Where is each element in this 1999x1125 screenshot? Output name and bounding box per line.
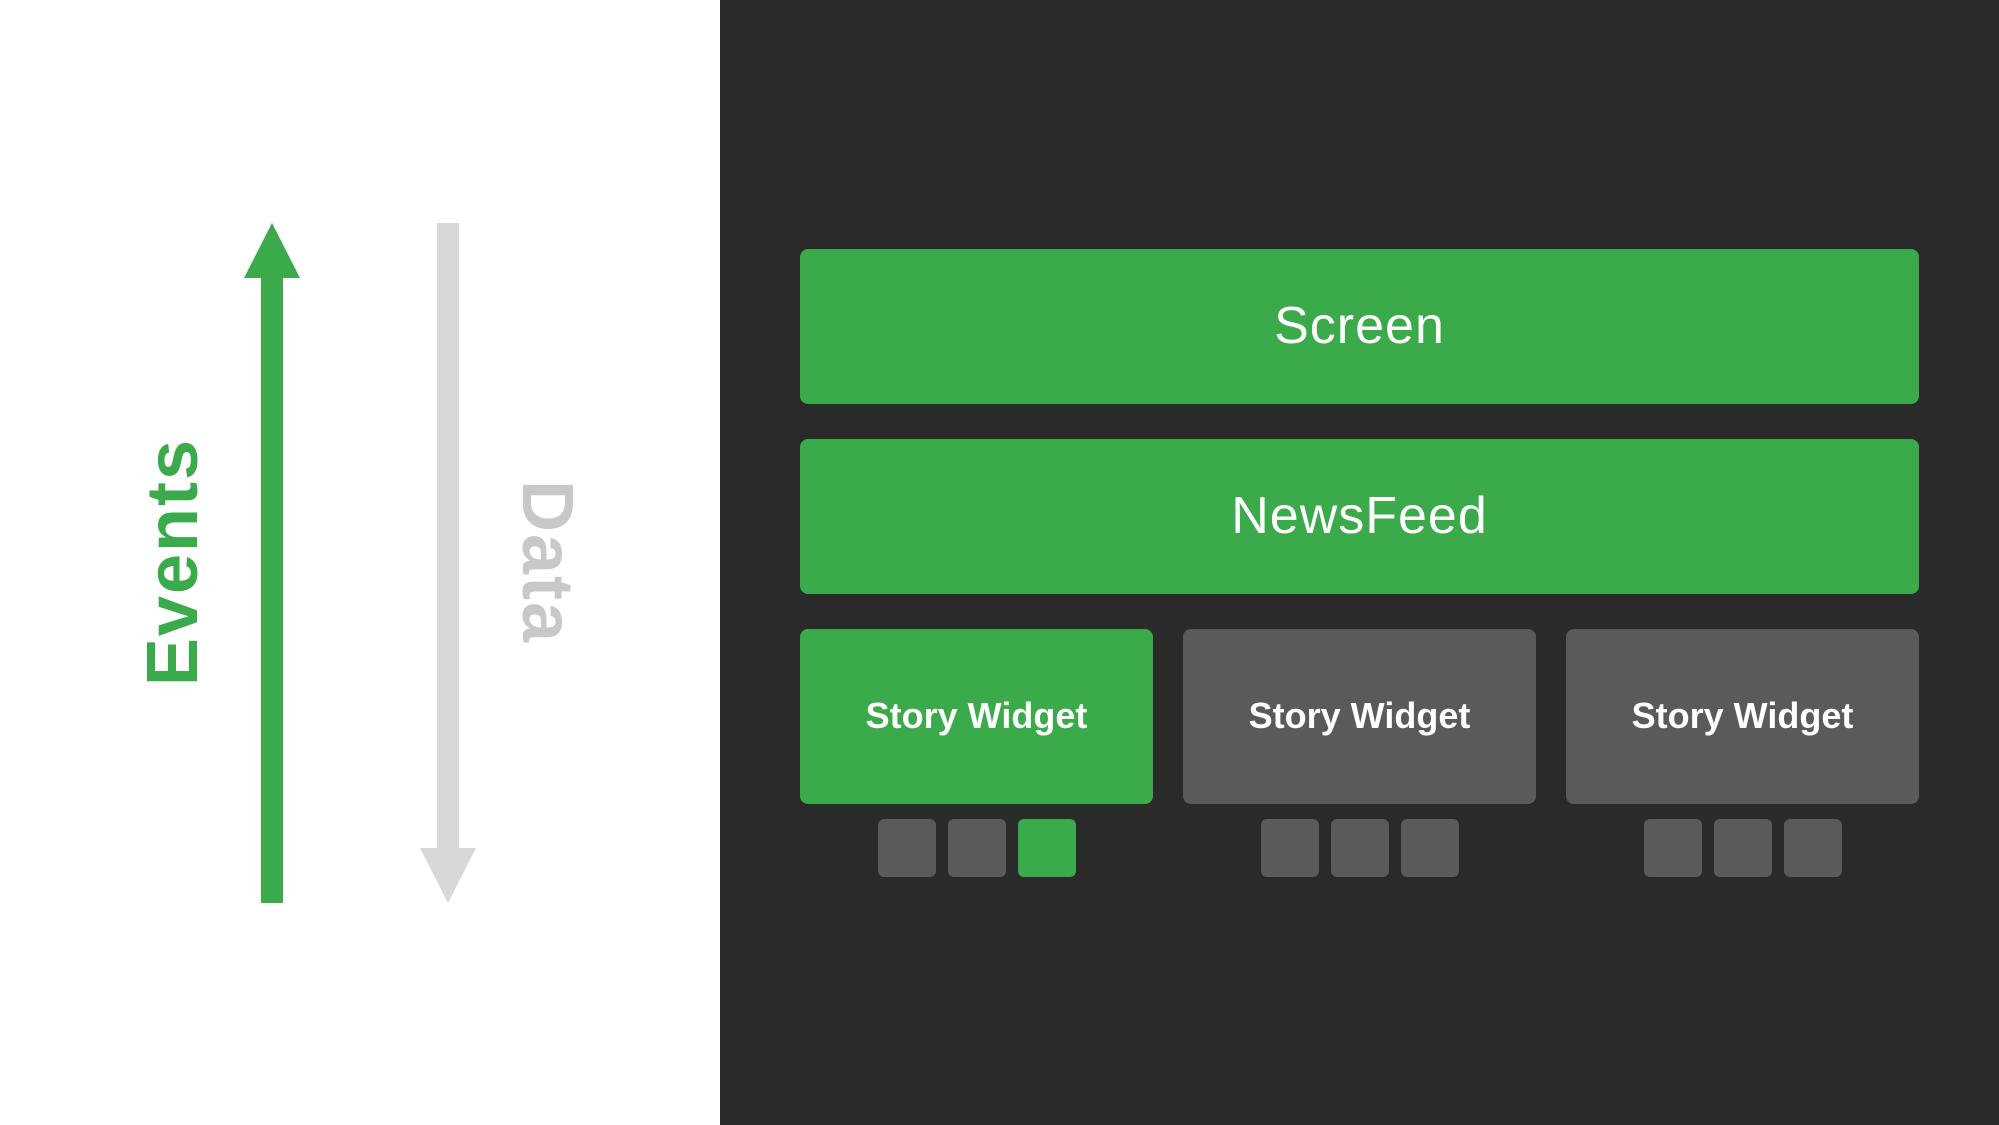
data-arrow-down — [420, 223, 476, 903]
sub-dots-row-1 — [800, 819, 1153, 877]
story-widget-label-2: Story Widget — [1249, 694, 1471, 737]
sub-dot-3-3 — [1784, 819, 1842, 877]
story-widget-col-2: Story Widget — [1183, 629, 1536, 877]
newsfeed-label: NewsFeed — [1231, 486, 1488, 546]
events-arrow-wrapper: Events — [132, 223, 300, 903]
sub-dots-row-3 — [1566, 819, 1919, 877]
sub-dot-3-1 — [1644, 819, 1702, 877]
sub-dot-1-2 — [948, 819, 1006, 877]
sub-dots-row-2 — [1183, 819, 1536, 877]
data-label: Data — [506, 480, 588, 644]
screen-label: Screen — [1274, 296, 1445, 356]
sub-dot-2-3 — [1401, 819, 1459, 877]
events-label: Events — [132, 438, 214, 686]
data-arrow-shaft — [437, 223, 459, 848]
events-arrow-up — [244, 223, 300, 903]
screen-block: Screen — [800, 249, 1919, 404]
sub-dot-3-2 — [1714, 819, 1772, 877]
arrows-container: Events Data — [132, 213, 588, 913]
story-widget-col-1: Story Widget — [800, 629, 1153, 877]
story-widget-label-3: Story Widget — [1632, 694, 1854, 737]
events-arrow-head — [244, 223, 300, 278]
story-widget-block-3: Story Widget — [1566, 629, 1919, 804]
story-widget-col-3: Story Widget — [1566, 629, 1919, 877]
newsfeed-block: NewsFeed — [800, 439, 1919, 594]
sub-dot-1-1 — [878, 819, 936, 877]
sub-dot-2-1 — [1261, 819, 1319, 877]
right-panel: Screen NewsFeed Story Widget Story Widge… — [720, 0, 1999, 1125]
left-panel: Events Data — [0, 0, 720, 1125]
story-widget-block-2: Story Widget — [1183, 629, 1536, 804]
story-widget-block-1: Story Widget — [800, 629, 1153, 804]
sub-dot-1-3 — [1018, 819, 1076, 877]
data-arrow-wrapper: Data — [420, 223, 588, 903]
data-arrow-head — [420, 848, 476, 903]
story-widget-label-1: Story Widget — [866, 694, 1088, 737]
events-arrow-shaft — [261, 278, 283, 903]
sub-dot-2-2 — [1331, 819, 1389, 877]
story-widgets-row: Story Widget Story Widget Story Widget — [800, 629, 1919, 877]
